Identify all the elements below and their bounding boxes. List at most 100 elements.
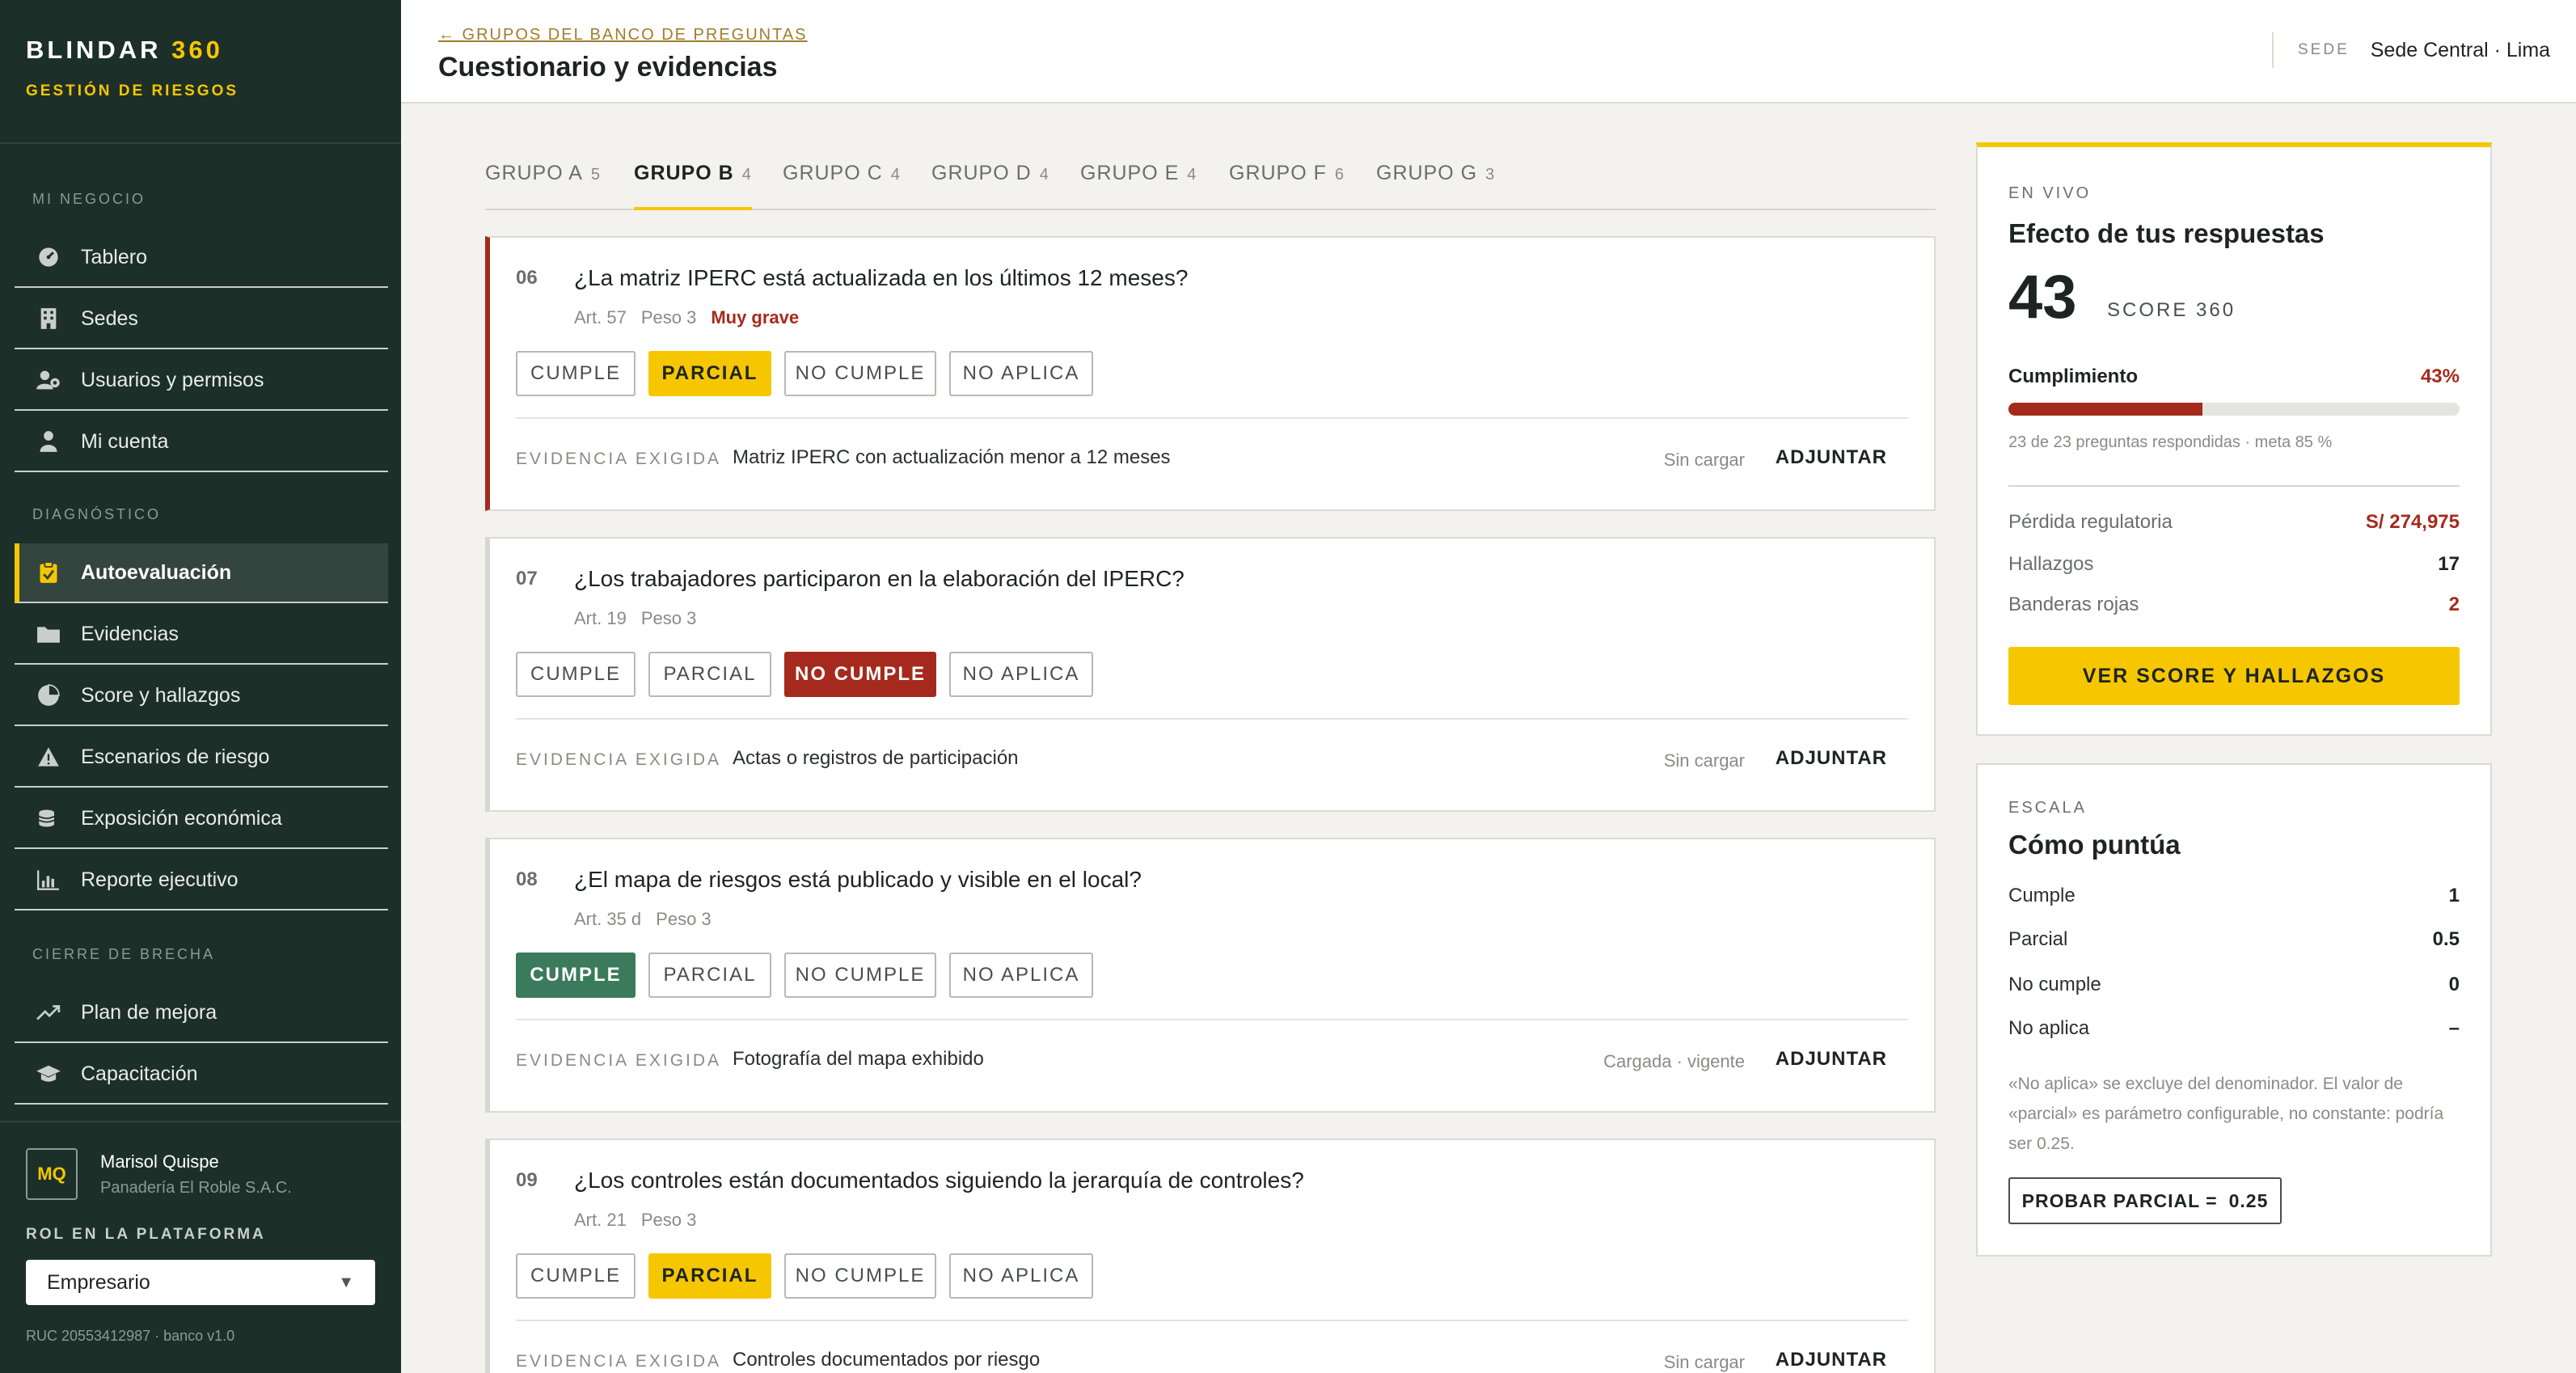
- evidence-status: Sin cargar: [1663, 750, 1745, 771]
- answer-no-cumple-button[interactable]: NO CUMPLE: [784, 953, 936, 998]
- sede-selector[interactable]: SEDE Sede Central · Lima: [2272, 32, 2550, 68]
- scale-row: Cumple 1: [2008, 885, 2460, 907]
- sidebar-item-label: Exposición económica: [81, 806, 282, 830]
- breadcrumb[interactable]: ← GRUPOS DEL BANCO DE PREGUNTAS: [438, 26, 808, 44]
- scale-row-label: No cumple: [2008, 974, 2101, 995]
- scale-row-label: No aplica: [2008, 1017, 2090, 1039]
- tab-grupo-a[interactable]: GRUPO A 5: [485, 162, 601, 210]
- sidebar-item-escenarios[interactable]: Escenarios de riesgo: [15, 728, 388, 788]
- evidence-label: EVIDENCIA EXIGIDA: [516, 1051, 722, 1070]
- sidebar-item-usuarios[interactable]: Usuarios y permisos: [15, 351, 388, 411]
- metric-label: Pérdida regulatoria: [2008, 511, 2173, 533]
- sidebar-item-plan[interactable]: Plan de mejora: [15, 983, 388, 1043]
- compliance-row: Cumplimiento 43%: [2008, 365, 2460, 388]
- article-ref: Art. 57: [574, 307, 627, 327]
- attach-button[interactable]: ADJUNTAR: [1776, 446, 1887, 469]
- answer-no-aplica-button[interactable]: NO APLICA: [949, 652, 1093, 697]
- weight: Peso 3: [640, 608, 697, 628]
- tab-grupo-c[interactable]: GRUPO C 4: [783, 162, 901, 210]
- user-company: Panadería El Roble S.A.C.: [100, 1179, 292, 1197]
- tab-count: 4: [1187, 166, 1197, 184]
- tab-count: 4: [741, 166, 752, 184]
- answer-parcial-button[interactable]: PARCIAL: [648, 652, 771, 697]
- scale-note: «No aplica» se excluye del denominador. …: [2008, 1075, 2444, 1153]
- answer-cumple-button[interactable]: CUMPLE: [516, 1253, 636, 1299]
- sidebar-item-mi-cuenta[interactable]: Mi cuenta: [15, 412, 388, 472]
- tab-label: GRUPO D: [931, 162, 1032, 184]
- tab-count: 4: [890, 166, 901, 184]
- question-number: 09: [516, 1169, 538, 1191]
- answer-group: CUMPLE PARCIAL NO CUMPLE NO APLICA: [516, 1253, 1106, 1299]
- top-bar: ← GRUPOS DEL BANCO DE PREGUNTAS Cuestion…: [401, 0, 2576, 104]
- group-tabs: GRUPO A 5 GRUPO B 4 GRUPO C 4 GRUPO D 4 GRUP…: [485, 150, 1936, 210]
- sidebar-item-exposicion[interactable]: Exposición económica: [15, 789, 388, 849]
- answer-parcial-button[interactable]: PARCIAL: [648, 351, 771, 396]
- try-partial-label: PROBAR PARCIAL =: [2021, 1189, 2218, 1211]
- scale-row-value: 0: [2448, 974, 2460, 995]
- scale-row-value: –: [2448, 1017, 2460, 1039]
- graduation-icon: [36, 1061, 61, 1087]
- metric-label: Hallazgos: [2008, 553, 2094, 575]
- sidebar-item-evidencias[interactable]: Evidencias: [15, 605, 388, 665]
- question-text: ¿Los trabajadores participaron en la ela…: [574, 566, 1185, 591]
- question-card-07: 07 ¿Los trabajadores participaron en la …: [485, 537, 1936, 812]
- scale-row-label: Cumple: [2008, 885, 2076, 906]
- role-select[interactable]: Empresario ▼: [26, 1260, 375, 1305]
- live-title: Efecto de tus respuestas: [2008, 218, 2325, 248]
- divider: [516, 1320, 1908, 1321]
- question-text: ¿Los controles están documentados siguie…: [574, 1168, 1304, 1193]
- brand-subtitle: GESTIÓN DE RIESGOS: [26, 82, 239, 99]
- attach-button[interactable]: ADJUNTAR: [1776, 1349, 1887, 1371]
- answer-cumple-button[interactable]: CUMPLE: [516, 351, 636, 396]
- sidebar-item-reporte[interactable]: Reporte ejecutivo: [15, 851, 388, 910]
- answer-parcial-button[interactable]: PARCIAL: [648, 953, 771, 998]
- answer-cumple-button[interactable]: CUMPLE: [516, 953, 636, 998]
- metric-row: Pérdida regulatoria S/ 274,975: [2008, 511, 2460, 534]
- brand-logo[interactable]: BLINDAR 360: [26, 36, 375, 65]
- tab-label: GRUPO G: [1376, 162, 1478, 184]
- weight: Peso 3: [656, 909, 712, 929]
- answer-no-cumple-button[interactable]: NO CUMPLE: [784, 351, 936, 396]
- tab-grupo-e[interactable]: GRUPO E 4: [1080, 162, 1197, 210]
- sidebar-item-sedes[interactable]: Sedes: [15, 289, 388, 349]
- sede-value: Sede Central · Lima: [2370, 38, 2551, 61]
- question-meta: Art. 57 Peso 3 Muy grave: [574, 307, 813, 328]
- question-text: ¿El mapa de riesgos está publicado y vis…: [574, 867, 1142, 892]
- answer-no-cumple-button[interactable]: NO CUMPLE: [784, 652, 936, 697]
- sidebar-item-tablero[interactable]: Tablero: [15, 228, 388, 288]
- sidebar-item-label: Sedes: [81, 306, 138, 330]
- sidebar-item-label: Escenarios de riesgo: [81, 745, 270, 768]
- role-select-value: Empresario: [47, 1270, 150, 1294]
- sidebar-item-autoevaluacion[interactable]: Autoevaluación: [15, 543, 388, 603]
- tab-grupo-g[interactable]: GRUPO G 3: [1376, 162, 1495, 210]
- article-ref: Art. 21: [574, 1210, 627, 1230]
- answer-cumple-button[interactable]: CUMPLE: [516, 652, 636, 697]
- evidence-text: Fotografía del mapa exhibido: [733, 1048, 984, 1070]
- avatar[interactable]: MQ: [26, 1148, 78, 1200]
- coins-icon: [36, 805, 61, 831]
- sidebar-item-capacitacion[interactable]: Capacitación: [15, 1045, 388, 1105]
- tab-grupo-f[interactable]: GRUPO F 6: [1229, 162, 1345, 210]
- question-number: 07: [516, 568, 538, 589]
- attach-button[interactable]: ADJUNTAR: [1776, 747, 1887, 770]
- dashboard-icon: [36, 244, 61, 270]
- user-icon: [36, 429, 61, 454]
- view-score-button[interactable]: VER SCORE Y HALLAZGOS: [2008, 647, 2460, 705]
- evidence-label: EVIDENCIA EXIGIDA: [516, 1352, 722, 1371]
- divider: [516, 417, 1908, 419]
- evidence-status: Cargada · vigente: [1603, 1051, 1745, 1071]
- answer-no-cumple-button[interactable]: NO CUMPLE: [784, 1253, 936, 1299]
- attach-button[interactable]: ADJUNTAR: [1776, 1048, 1887, 1071]
- answer-no-aplica-button[interactable]: NO APLICA: [949, 1253, 1093, 1299]
- tab-grupo-d[interactable]: GRUPO D 4: [931, 162, 1049, 210]
- answer-parcial-button[interactable]: PARCIAL: [648, 1253, 771, 1299]
- sidebar-item-score[interactable]: Score y hallazgos: [15, 666, 388, 726]
- answer-no-aplica-button[interactable]: NO APLICA: [949, 953, 1093, 998]
- try-partial-button[interactable]: PROBAR PARCIAL = 0.25: [2008, 1177, 2282, 1224]
- answer-no-aplica-button[interactable]: NO APLICA: [949, 351, 1093, 396]
- scale-title: Cómo puntúa: [2008, 830, 2181, 860]
- compliance-value: 43%: [2420, 365, 2460, 387]
- tab-grupo-b[interactable]: GRUPO B 4: [634, 162, 752, 210]
- page-title: Cuestionario y evidencias: [438, 52, 778, 82]
- evidence-status: Sin cargar: [1663, 450, 1745, 470]
